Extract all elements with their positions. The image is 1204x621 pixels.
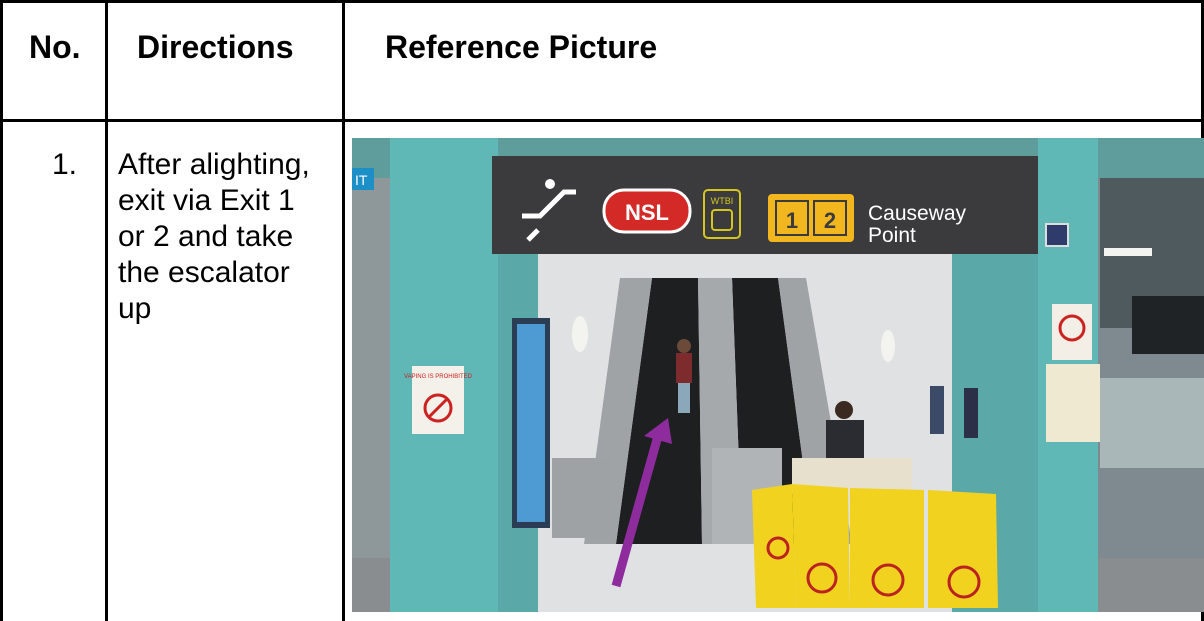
column-divider-1	[105, 0, 108, 621]
row-1-number: 1.	[52, 148, 78, 181]
header-no: No.	[29, 29, 81, 65]
exit-sign-text: IT	[355, 172, 368, 188]
reference-picture: IT VAPING IS PROHIBITED NSL WTBI 1 2 Cau…	[352, 138, 1204, 612]
exit-2-label: 2	[824, 208, 836, 233]
header-directions: Directions	[137, 29, 294, 65]
bus-badge-text: WTBI	[711, 196, 734, 206]
header-reference-picture: Reference Picture	[385, 29, 658, 65]
table-border-left	[0, 0, 3, 621]
header-row-divider	[0, 119, 1204, 122]
destination-line-2: Point	[868, 224, 916, 247]
destination-line-1: Causeway	[868, 202, 967, 225]
yellow-barrier	[752, 484, 998, 608]
nsl-badge-text: NSL	[625, 200, 669, 225]
vaping-poster-text: VAPING IS PROHIBITED	[404, 374, 473, 380]
row-1-direction: After alighting, exit via Exit 1 or 2 an…	[118, 148, 310, 325]
table-border-top	[0, 0, 1204, 3]
column-divider-2	[342, 0, 345, 621]
exit-1-label: 1	[786, 208, 798, 233]
